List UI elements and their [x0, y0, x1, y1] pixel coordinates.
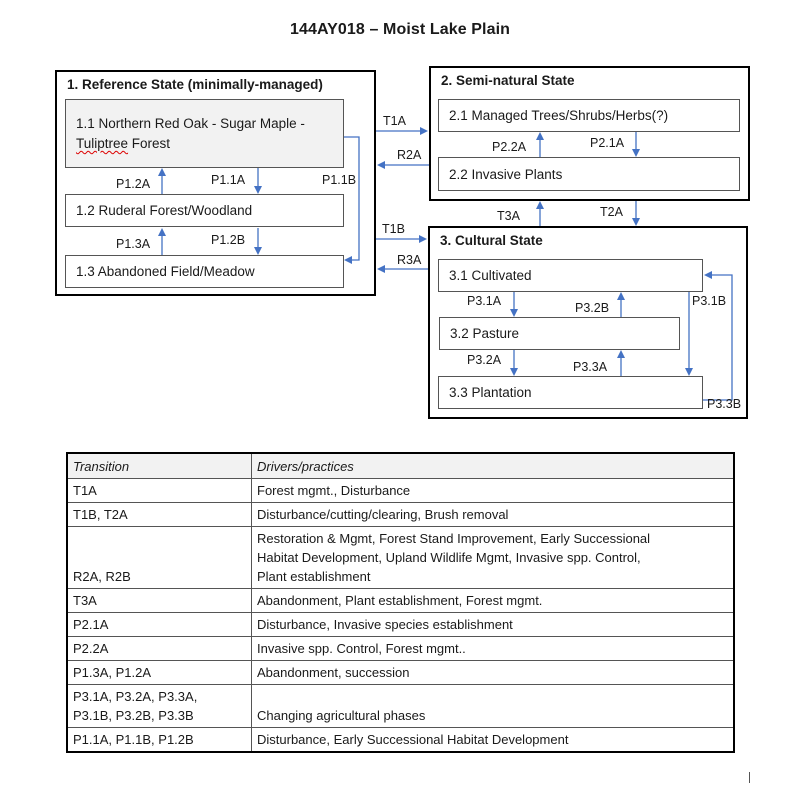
table-row: T1B, T2A Disturbance/cutting/clearing, B…	[66, 502, 735, 527]
label-p1-1b: P1.1B	[322, 173, 357, 187]
phase-box-1-2: 1.2 Ruderal Forest/Woodland	[65, 194, 344, 227]
cell-transition: T1A	[66, 478, 252, 503]
label-p1-2a: P1.2A	[116, 177, 151, 191]
label-p1-2b: P1.2B	[211, 233, 246, 247]
header-transition: Transition	[66, 452, 252, 479]
cell-transition: P1.1A, P1.1B, P1.2B	[66, 727, 252, 753]
label-r3a: R3A	[397, 253, 422, 267]
table-header-row: Transition Drivers/practices	[66, 452, 735, 479]
phase-label-1-1-end: Forest	[128, 136, 171, 151]
cell-drivers: Invasive spp. Control, Forest mgmt..	[251, 636, 735, 661]
label-t1b: T1B	[382, 222, 405, 236]
cell-transition: T1B, T2A	[66, 502, 252, 527]
arrow-r2a	[377, 161, 429, 169]
label-p1-1a: P1.1A	[211, 173, 246, 187]
label-p3-2b: P3.2B	[575, 301, 610, 315]
cell-drivers: Disturbance/cutting/clearing, Brush remo…	[251, 502, 735, 527]
page-title: 144AY018 – Moist Lake Plain	[289, 21, 510, 38]
state-title-cultural: 3. Cultural State	[440, 233, 543, 248]
arrow-t3a	[536, 201, 544, 226]
cell-transition: P1.3A, P1.2A	[66, 660, 252, 685]
cell-transition: P2.2A	[66, 636, 252, 661]
arrow-t2a	[632, 201, 640, 226]
text-cursor-mark	[749, 772, 750, 783]
label-p2-2a: P2.2A	[492, 140, 527, 154]
label-p2-1a: P2.1A	[590, 136, 625, 150]
cell-drivers: Forest mgmt., Disturbance	[251, 478, 735, 503]
cell-transition-line: P3.1A, P3.2A, P3.3A,	[73, 689, 198, 704]
phase-box-2-2: 2.2 Invasive Plants	[438, 157, 740, 191]
table-row: P2.1A Disturbance, Invasive species esta…	[66, 612, 735, 637]
label-p3-3a: P3.3A	[573, 360, 608, 374]
phase-box-2-1: 2.1 Managed Trees/Shrubs/Herbs(?)	[438, 99, 740, 132]
table-row: P3.1A, P3.2A, P3.3A, P3.1B, P3.2B, P3.3B…	[66, 684, 735, 728]
label-r2a: R2A	[397, 148, 422, 162]
label-t2a: T2A	[600, 205, 623, 219]
table-row: P1.1A, P1.1B, P1.2B Disturbance, Early S…	[66, 727, 735, 753]
cell-transition: P2.1A	[66, 612, 252, 637]
label-p3-3b: P3.3B	[707, 397, 742, 411]
cell-drivers: Disturbance, Invasive species establishm…	[251, 612, 735, 637]
table-row: T1A Forest mgmt., Disturbance	[66, 478, 735, 503]
cell-transition: P3.1A, P3.2A, P3.3A, P3.1B, P3.2B, P3.3B	[66, 684, 252, 728]
arrow-t1b	[376, 235, 427, 243]
label-t1a: T1A	[383, 114, 406, 128]
cell-drivers: Abandonment, succession	[251, 660, 735, 685]
label-p3-1a: P3.1A	[467, 294, 502, 308]
label-t3a: T3A	[497, 209, 520, 223]
phase-box-3-2: 3.2 Pasture	[439, 317, 680, 350]
table-row: P1.3A, P1.2A Abandonment, succession	[66, 660, 735, 685]
phase-label-1-1-squiggle-word: Tuliptree	[76, 136, 129, 151]
arrow-t1a	[376, 127, 428, 135]
cell-drivers: Abandonment, Plant establishment, Forest…	[251, 588, 735, 613]
cell-transition: T3A	[66, 588, 252, 613]
cell-drivers-line: Habitat Development, Upland Wildlife Mgm…	[257, 550, 641, 565]
cell-drivers: Restoration & Mgmt, Forest Stand Improve…	[251, 526, 735, 589]
state-title-semi-natural: 2. Semi-natural State	[441, 73, 575, 88]
cell-drivers: Changing agricultural phases	[251, 684, 735, 728]
cell-transition-line: P3.1B, P3.2B, P3.3B	[73, 708, 194, 723]
phase-box-1-3: 1.3 Abandoned Field/Meadow	[65, 255, 344, 288]
label-p1-3a: P1.3A	[116, 237, 151, 251]
table-row: R2A, R2B Restoration & Mgmt, Forest Stan…	[66, 526, 735, 589]
cell-transition: R2A, R2B	[66, 526, 252, 589]
cell-drivers-line: Restoration & Mgmt, Forest Stand Improve…	[257, 531, 651, 546]
phase-label-1-1: 1.1 Northern Red Oak - Sugar Maple -	[76, 116, 305, 131]
drivers-table: Transition Drivers/practices T1A Forest …	[66, 452, 735, 753]
phase-box-3-3: 3.3 Plantation	[438, 376, 703, 409]
phase-box-3-1: 3.1 Cultivated	[438, 259, 703, 292]
header-drivers: Drivers/practices	[251, 452, 735, 479]
label-p3-2a: P3.2A	[467, 353, 502, 367]
table-row: T3A Abandonment, Plant establishment, Fo…	[66, 588, 735, 613]
table-row: P2.2A Invasive spp. Control, Forest mgmt…	[66, 636, 735, 661]
label-p3-1b: P3.1B	[692, 294, 727, 308]
phase-box-1-1: 1.1 Northern Red Oak - Sugar Maple - Tul…	[65, 99, 344, 168]
cell-drivers: Disturbance, Early Successional Habitat …	[251, 727, 735, 753]
cell-drivers-line: Plant establishment	[257, 569, 371, 584]
state-title-reference: 1. Reference State (minimally-managed)	[67, 77, 323, 92]
